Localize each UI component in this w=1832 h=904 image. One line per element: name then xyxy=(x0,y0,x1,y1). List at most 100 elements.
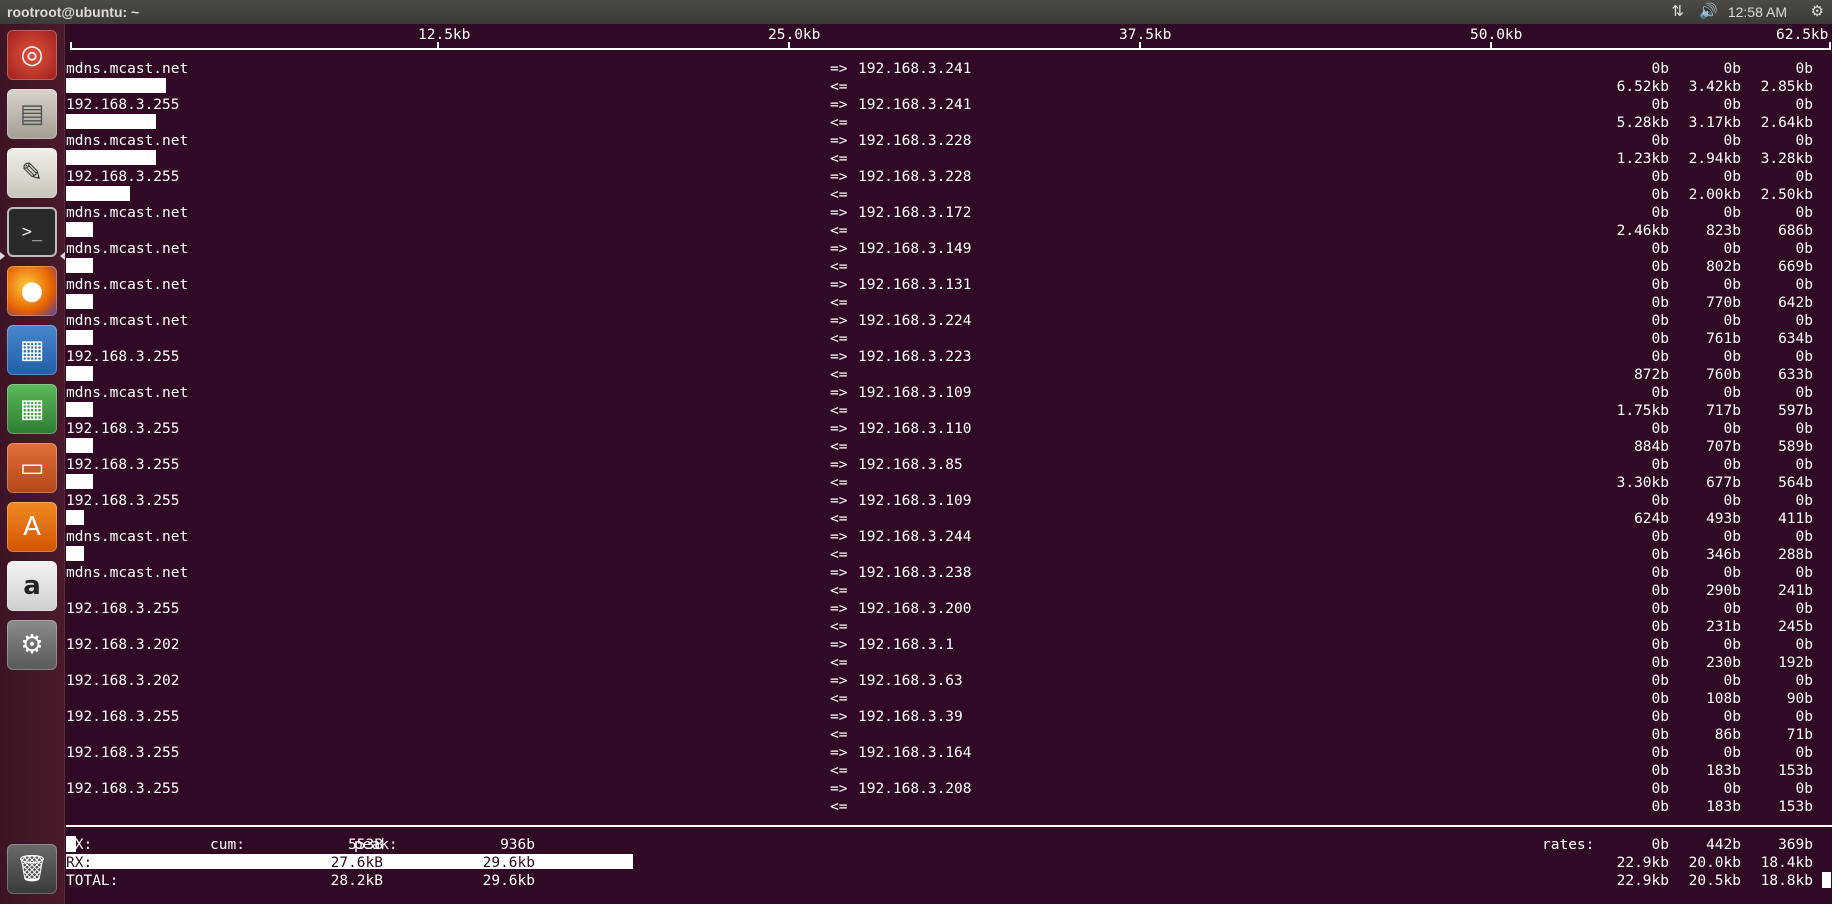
tx-arrow: => xyxy=(830,205,848,221)
clock[interactable]: 12:58 AM xyxy=(1728,4,1787,20)
tx-rate: 0b xyxy=(1723,313,1741,329)
traffic-bar xyxy=(66,510,84,525)
traffic-bar xyxy=(66,402,93,417)
host-dst: 192.168.3.208 xyxy=(858,781,972,797)
tx-rate: 0b xyxy=(1795,601,1813,617)
text-editor-icon[interactable]: ✎ xyxy=(7,148,57,198)
host-src: 192.168.3.255 xyxy=(66,745,180,761)
tx-rate: 0b xyxy=(1723,745,1741,761)
network-arrows-icon[interactable]: ⇅ xyxy=(1671,2,1684,20)
traffic-bar xyxy=(66,474,93,489)
rx-rate: 2.00kb xyxy=(1688,187,1741,203)
ubuntu-dash-icon[interactable]: ◎ xyxy=(7,30,57,80)
tx-rate: 0b xyxy=(1651,97,1669,113)
tx-rate: 0b xyxy=(1723,169,1741,185)
host-src: mdns.mcast.net xyxy=(66,205,189,221)
tx-arrow: => xyxy=(830,133,848,149)
rx-rate-2s: 22.9kb xyxy=(1616,855,1669,871)
scale-label: 12.5kb xyxy=(418,27,471,43)
tx-rate: 0b xyxy=(1795,97,1813,113)
tx-arrow: => xyxy=(830,61,848,77)
tx-rate: 0b xyxy=(1795,637,1813,653)
rx-rate: 633b xyxy=(1778,367,1813,383)
rx-arrow: <= xyxy=(830,187,848,203)
scale-label: 62.5kb xyxy=(1776,27,1829,43)
tx-rate: 0b xyxy=(1723,349,1741,365)
tx-arrow: => xyxy=(830,349,848,365)
libreoffice-writer-icon[interactable]: ▦ xyxy=(7,325,57,375)
trash-icon[interactable]: 🗑 xyxy=(7,844,57,894)
tx-rate: 0b xyxy=(1723,277,1741,293)
tx-rate: 0b xyxy=(1723,457,1741,473)
terminal-cursor xyxy=(1822,872,1831,888)
host-dst: 192.168.3.228 xyxy=(858,169,972,185)
host-src: mdns.mcast.net xyxy=(66,61,189,77)
tx-rate: 0b xyxy=(1723,565,1741,581)
terminal-window[interactable]: 12.5kb 25.0kb 37.5kb 50.0kb 62.5kb mdns.… xyxy=(66,24,1832,904)
tx-peak: 936b xyxy=(500,837,535,853)
rx-rate: 642b xyxy=(1778,295,1813,311)
settings-gear-icon[interactable]: ⚙ xyxy=(1811,2,1824,20)
total-peak: 29.6kb xyxy=(482,873,535,889)
tx-rate: 0b xyxy=(1795,277,1813,293)
tx-arrow: => xyxy=(830,277,848,293)
rx-rate: 2.50kb xyxy=(1760,187,1813,203)
host-dst: 192.168.3.109 xyxy=(858,385,972,401)
rx-arrow: <= xyxy=(830,367,848,383)
host-src: 192.168.3.255 xyxy=(66,97,180,113)
total-rate-2s: 22.9kb xyxy=(1616,873,1669,889)
tx-label: TX: xyxy=(66,837,93,853)
tx-rate: 0b xyxy=(1795,241,1813,257)
tx-rate-40s: 369b xyxy=(1778,837,1813,853)
launcher: ◎ ▤ ✎ >_ ● ▦ ▦ ▭ A a ⚙ 🗑 xyxy=(0,24,65,904)
rx-rate: 183b xyxy=(1706,763,1741,779)
rx-rate: 493b xyxy=(1706,511,1741,527)
tx-rate: 0b xyxy=(1651,493,1669,509)
tx-arrow: => xyxy=(830,781,848,797)
tx-arrow: => xyxy=(830,421,848,437)
host-src: mdns.mcast.net xyxy=(66,313,189,329)
host-src: 192.168.3.202 xyxy=(66,673,180,689)
tx-rate: 0b xyxy=(1651,349,1669,365)
tx-arrow: => xyxy=(830,97,848,113)
tx-rate: 0b xyxy=(1795,205,1813,221)
top-panel: rootroot@ubuntu: ~ ⇅ 🔊 12:58 AM ⚙ xyxy=(0,0,1832,24)
tx-rate: 0b xyxy=(1723,601,1741,617)
rx-rate: 2.94kb xyxy=(1688,151,1741,167)
tx-rate: 0b xyxy=(1795,709,1813,725)
rx-label: RX: xyxy=(66,855,93,871)
files-icon[interactable]: ▤ xyxy=(7,89,57,139)
host-dst: 192.168.3.200 xyxy=(858,601,972,617)
rx-rate: 2.85kb xyxy=(1760,79,1813,95)
tx-rate: 0b xyxy=(1795,349,1813,365)
host-dst: 192.168.3.149 xyxy=(858,241,972,257)
tx-rate: 0b xyxy=(1723,637,1741,653)
rx-arrow: <= xyxy=(830,655,848,671)
rx-arrow: <= xyxy=(830,691,848,707)
tx-rate: 0b xyxy=(1795,133,1813,149)
rx-arrow: <= xyxy=(830,547,848,563)
amazon-icon[interactable]: a xyxy=(7,561,57,611)
tx-rate: 0b xyxy=(1651,241,1669,257)
rx-rate: 153b xyxy=(1778,799,1813,815)
software-center-icon[interactable]: A xyxy=(7,502,57,552)
cum-label: cum: xyxy=(210,837,245,853)
rx-rate: 717b xyxy=(1706,403,1741,419)
total-rate-10s: 20.5kb xyxy=(1688,873,1741,889)
libreoffice-calc-icon[interactable]: ▦ xyxy=(7,384,57,434)
tx-rate: 0b xyxy=(1651,745,1669,761)
host-src: 192.168.3.255 xyxy=(66,493,180,509)
tx-rate: 0b xyxy=(1723,133,1741,149)
terminal-icon[interactable]: >_ xyxy=(7,207,57,257)
firefox-icon[interactable]: ● xyxy=(7,266,57,316)
tx-rate: 0b xyxy=(1723,61,1741,77)
rx-arrow: <= xyxy=(830,115,848,131)
volume-icon[interactable]: 🔊 xyxy=(1699,2,1718,20)
rx-rate: 153b xyxy=(1778,763,1813,779)
host-src: 192.168.3.255 xyxy=(66,421,180,437)
rx-arrow: <= xyxy=(830,619,848,635)
libreoffice-impress-icon[interactable]: ▭ xyxy=(7,443,57,493)
total-rate-40s: 18.8kb xyxy=(1760,873,1813,889)
system-settings-icon[interactable]: ⚙ xyxy=(7,620,57,670)
rx-cum: 27.6kB xyxy=(330,855,383,871)
